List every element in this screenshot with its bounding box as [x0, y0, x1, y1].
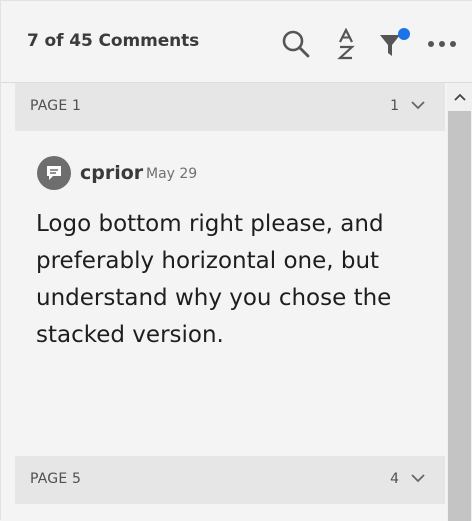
- comment-date: May 29: [146, 166, 198, 182]
- page-group-count: 4: [390, 471, 399, 487]
- comment-bubble-icon: [47, 166, 61, 180]
- filter-icon: [380, 28, 410, 56]
- page-group-label: PAGE 1: [30, 98, 82, 114]
- chevron-down-icon: [411, 101, 425, 110]
- sort-az-icon: [337, 28, 355, 60]
- filter-active-badge: [398, 28, 410, 40]
- page-group-label: PAGE 5: [30, 471, 82, 487]
- page-group-header[interactable]: PAGE 5 4: [15, 456, 445, 504]
- scroll-up-button[interactable]: [447, 83, 472, 111]
- page-group-header[interactable]: PAGE 1 1: [15, 83, 445, 131]
- more-options-button[interactable]: [425, 27, 459, 61]
- vertical-scrollbar[interactable]: [447, 83, 472, 521]
- comments-count-title: 7 of 45 Comments: [27, 31, 200, 51]
- comments-header: 7 of 45 Comments: [1, 1, 472, 83]
- comment-text: Logo bottom right please, and preferably…: [36, 211, 392, 348]
- sort-button[interactable]: [329, 27, 363, 61]
- filter-button[interactable]: [376, 27, 410, 61]
- comment-avatar: [37, 156, 71, 190]
- search-button[interactable]: [279, 27, 313, 61]
- comments-list: PAGE 1 1 cprior May 29 Logo bottom right…: [1, 83, 447, 521]
- page-group-count: 1: [390, 98, 399, 114]
- chevron-up-icon: [454, 93, 466, 101]
- scroll-thumb[interactable]: [448, 111, 471, 521]
- chevron-down-icon: [411, 474, 425, 483]
- search-icon: [282, 30, 310, 58]
- comments-panel: 7 of 45 Comments PAGE 1 1 cprior May 29 …: [0, 0, 472, 521]
- comment-author[interactable]: cprior: [80, 162, 143, 184]
- more-icon: [428, 41, 456, 47]
